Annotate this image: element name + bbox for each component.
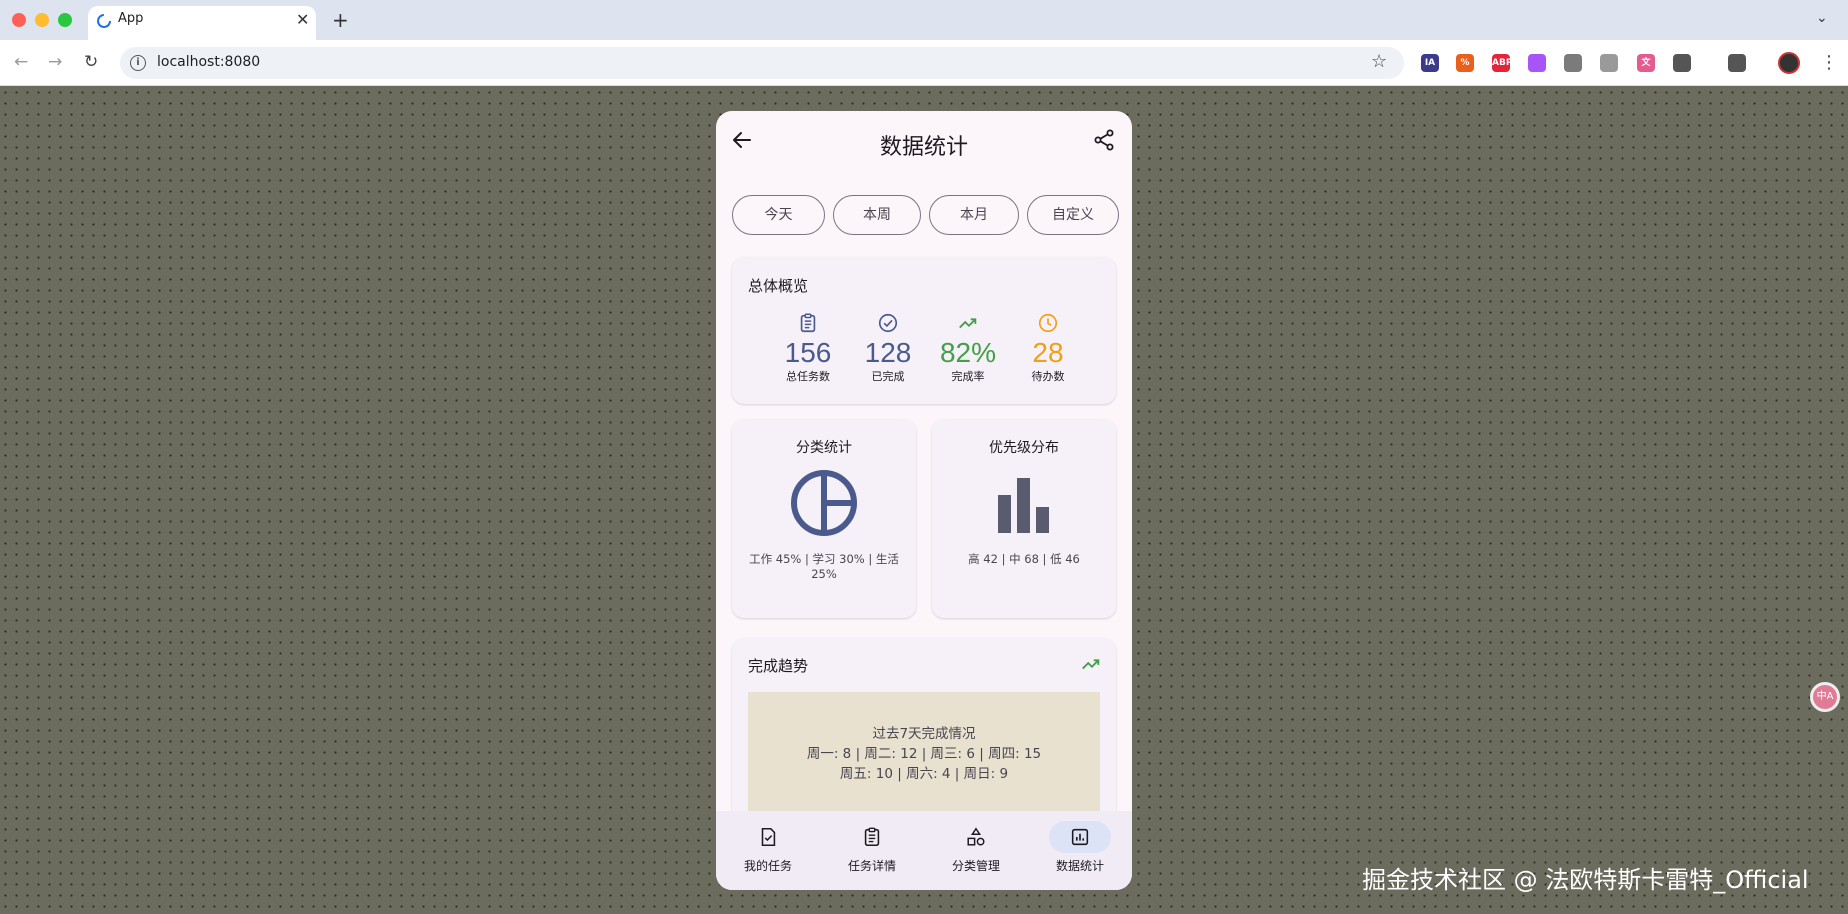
bottom-navigation: 我的任务 任务详情 分类管理 数据统计 [716,811,1132,890]
stat-value: 28 [1032,337,1064,368]
bookmark-star-icon[interactable]: ☆ [1371,51,1387,72]
nav-task-detail[interactable]: 任务详情 [820,821,924,874]
stat-value: 128 [864,337,912,368]
trend-week-line-2: 周五: 10 | 周六: 4 | 周日: 9 [839,766,1009,782]
category-title: 分类统计 [796,440,852,456]
share-icon[interactable] [1092,128,1116,152]
shapes-icon [967,827,985,846]
clipboard-list-icon [864,827,880,847]
category-desc: 工作 45% | 学习 30% | 生活 25% [749,552,899,581]
app-header: 数据统计 [716,111,1132,175]
trend-title: 完成趋势 [748,657,809,675]
percent-extension-icon[interactable]: % [1456,54,1474,72]
bar-chart-icon [998,478,1049,533]
tab-title: App [118,11,144,26]
nav-icon-container-active [1049,821,1111,853]
gray-extension-icon[interactable] [1600,54,1618,72]
watermark-text: 掘金技术社区 @ 法欧特斯卡雷特_Official [1362,866,1809,894]
nav-icon-container [737,821,799,853]
nav-label: 数据统计 [1055,859,1104,873]
reload-button[interactable]: ↻ [84,52,98,72]
minimize-window-button[interactable] [35,13,49,27]
app-screen: 数据统计 今天 本周 本月 自定义 总体概览 156 总任务数 128 已完成 … [716,111,1132,890]
stat-completed: 128 已完成 [848,312,928,384]
overview-title: 总体概览 [748,277,809,295]
close-tab-icon[interactable]: ✕ [296,10,309,29]
check-circle-icon [878,313,898,333]
puzzle-extension-icon[interactable] [1673,54,1691,72]
nav-statistics[interactable]: 数据统计 [1028,821,1132,874]
nav-label: 分类管理 [951,859,1000,873]
clock-icon [1038,313,1058,333]
shield-extension-icon[interactable] [1564,54,1582,72]
nav-label: 任务详情 [847,859,896,873]
trend-subtitle: 过去7天完成情况 [872,726,976,742]
priority-title: 优先级分布 [989,440,1059,456]
clipboard-icon [800,313,816,333]
stat-pending: 28 待办数 [1008,312,1088,384]
maximize-window-button[interactable] [58,13,72,27]
site-info-icon[interactable]: i [130,55,146,71]
purple-extension-icon[interactable] [1528,54,1546,72]
qr-extension-icon[interactable] [1728,54,1746,72]
filter-chip-month[interactable]: 本月 [929,195,1019,235]
trending-up-icon [959,318,977,329]
back-button[interactable]: ← [14,52,28,72]
nav-icon-container [945,821,1007,853]
stat-label: 待办数 [1031,370,1065,383]
trending-up-icon [1082,659,1100,670]
filter-chip-week[interactable]: 本周 [833,195,921,235]
filter-chip-custom[interactable]: 自定义 [1027,195,1119,235]
nav-icon-container [841,821,903,853]
tab-search-button[interactable]: ⌄ [1816,10,1828,26]
browser-menu-icon[interactable]: ⋮ [1820,52,1838,73]
overview-card: 总体概览 156 总任务数 128 已完成 82% 完成率 28 待办数 [732,257,1116,404]
filter-chip-today[interactable]: 今天 [732,195,825,235]
new-tab-button[interactable]: + [332,8,349,32]
nav-my-tasks[interactable]: 我的任务 [716,821,820,874]
stat-value: 82% [939,337,997,368]
forward-button[interactable]: → [48,52,62,72]
stat-label: 总任务数 [786,370,830,383]
translate-float-button[interactable]: 中A [1810,682,1840,712]
translate-extension-icon[interactable]: 文 [1637,54,1655,72]
ia-extension-icon[interactable]: IA [1421,54,1439,72]
category-card[interactable]: 分类统计 工作 45% | 学习 30% | 生活 25% [732,419,916,618]
loading-icon [97,14,111,28]
url-text[interactable]: localhost:8080 [157,54,260,70]
pie-chart-icon [791,470,857,536]
nav-category-manage[interactable]: 分类管理 [924,821,1028,874]
adblock-extension-icon[interactable]: ABP [1492,54,1512,72]
stats-icon [1071,828,1089,846]
stat-label: 完成率 [951,370,985,383]
stat-value: 156 [784,337,832,368]
profile-avatar[interactable] [1778,52,1800,74]
task-check-icon [761,827,776,847]
close-window-button[interactable] [12,13,26,27]
priority-card[interactable]: 优先级分布 高 42 | 中 68 | 低 46 [932,419,1116,618]
address-bar[interactable] [120,47,1404,79]
stat-total-tasks: 156 总任务数 [768,312,848,384]
priority-desc: 高 42 | 中 68 | 低 46 [968,552,1080,566]
stat-completion-rate: 82% 完成率 [928,312,1008,384]
page-title: 数据统计 [879,135,968,160]
stat-label: 已完成 [871,370,905,383]
trend-week-line-1: 周一: 8 | 周二: 12 | 周三: 6 | 周四: 15 [806,746,1042,762]
nav-label: 我的任务 [743,859,792,873]
